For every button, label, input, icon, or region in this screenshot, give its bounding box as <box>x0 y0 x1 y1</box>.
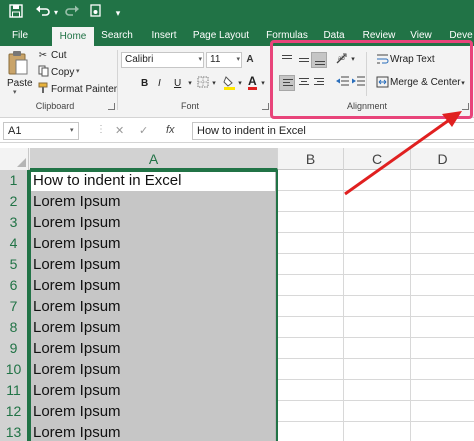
pointer-arrow <box>344 111 462 196</box>
arrow-line <box>344 116 453 196</box>
